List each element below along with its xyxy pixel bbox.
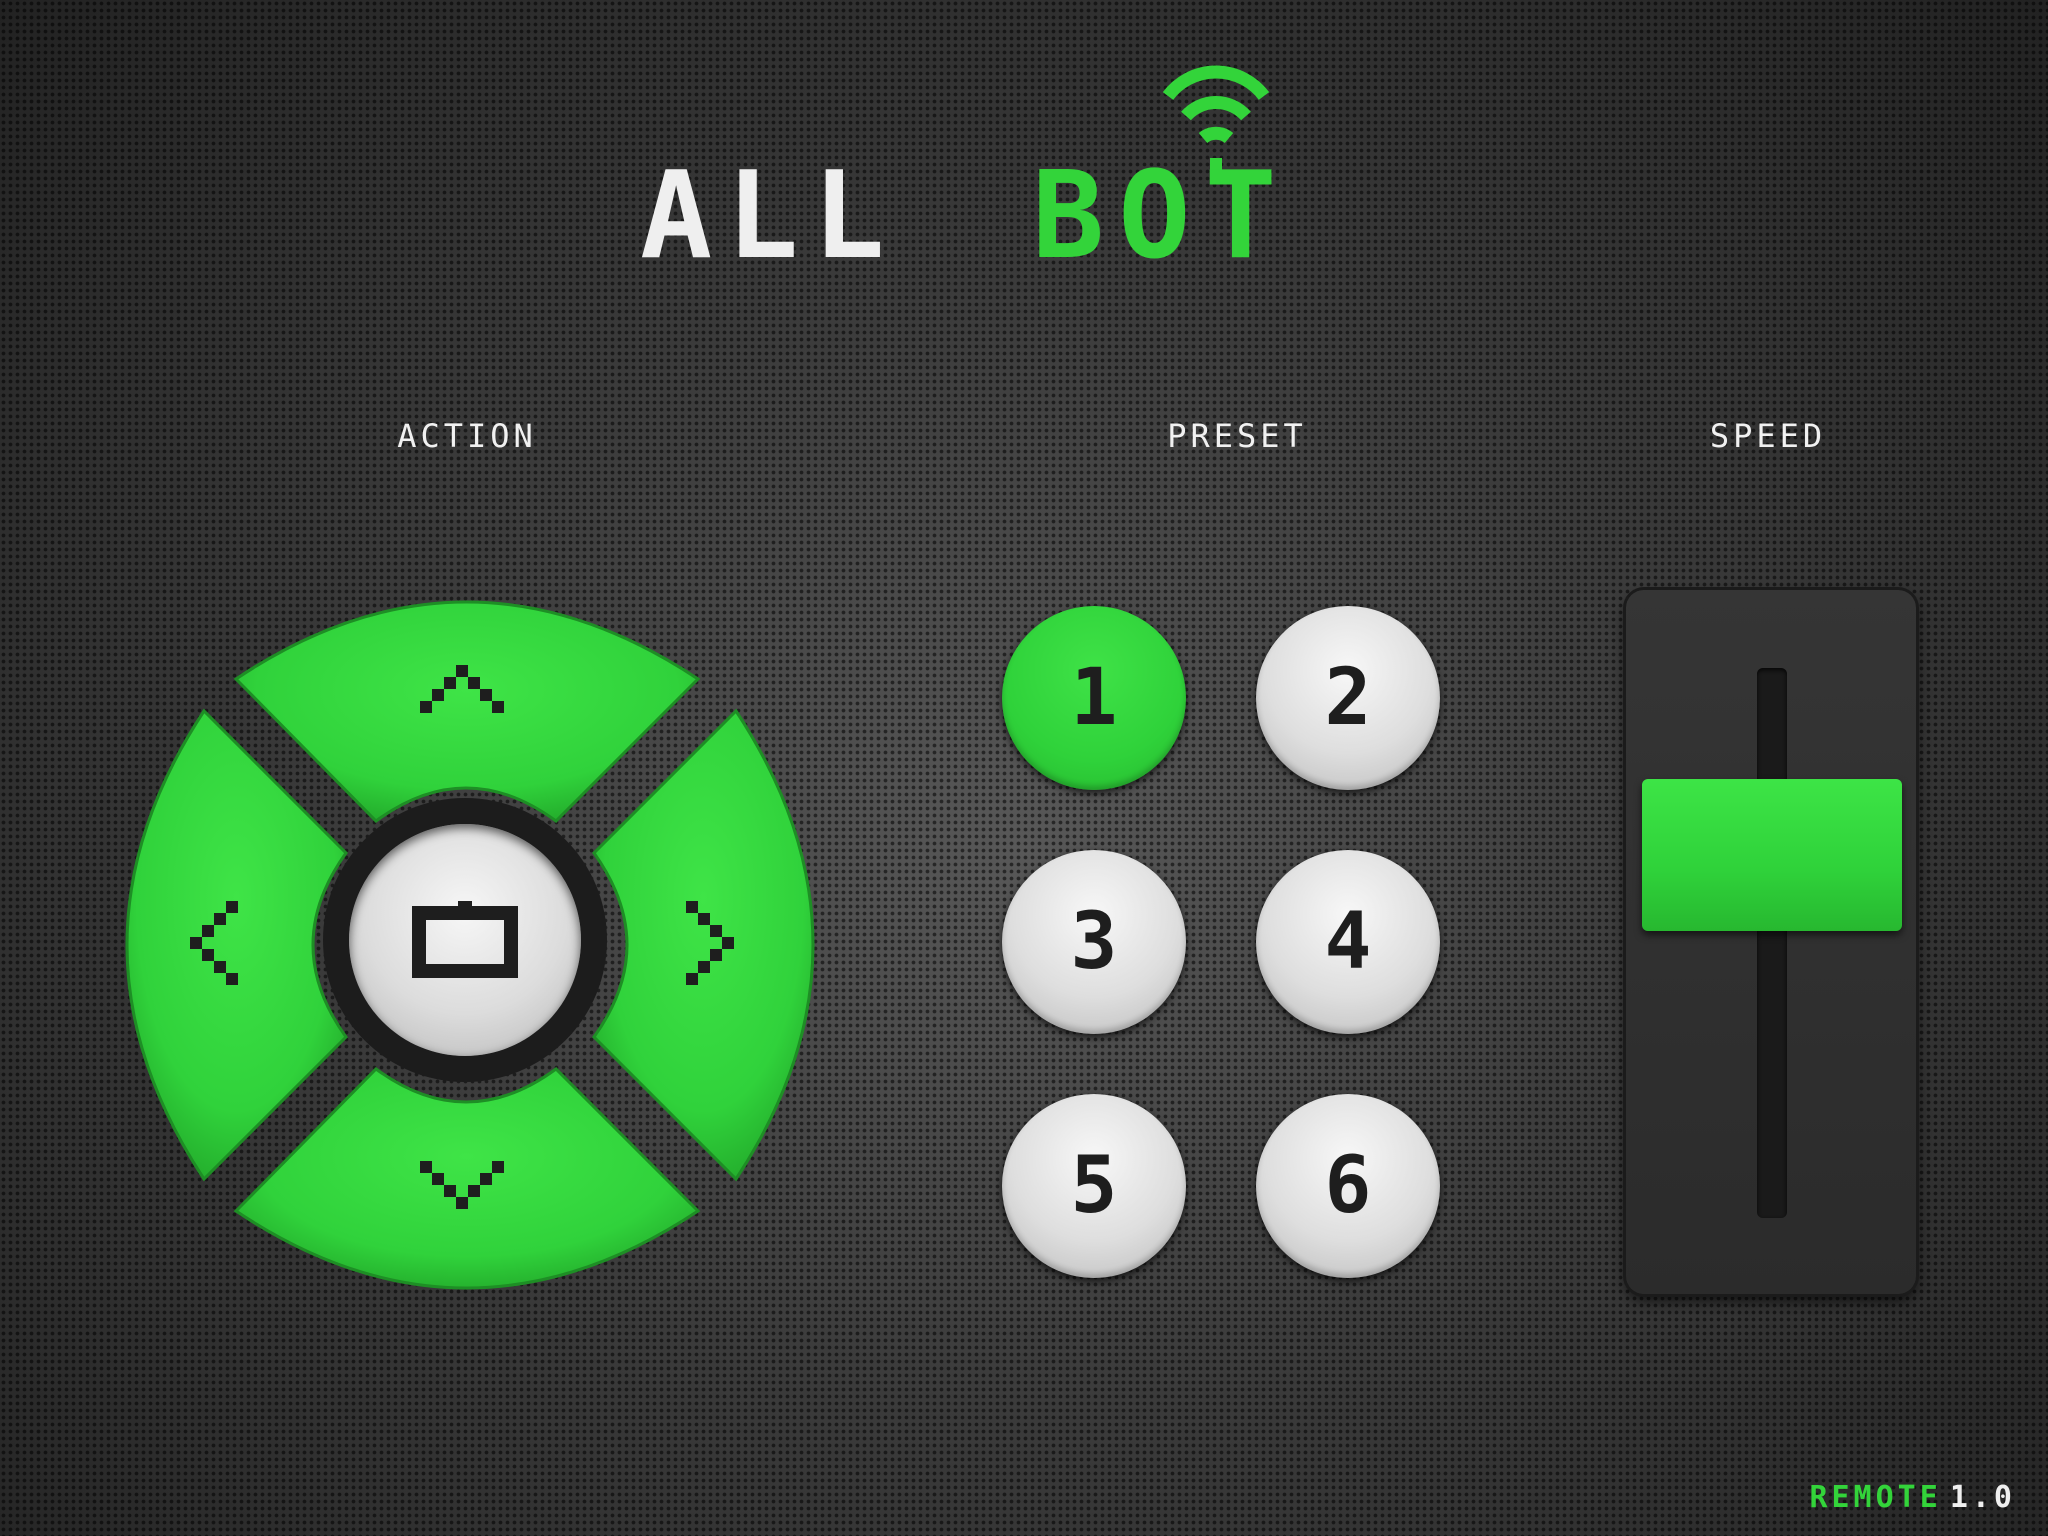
footer-remote-text: REMOTE [1809, 1480, 1942, 1515]
preset-button-4[interactable]: 4 [1256, 850, 1440, 1034]
logo-text-bot: BOT [1032, 147, 1291, 286]
speed-slider-thumb[interactable] [1642, 779, 1902, 932]
preset-button-1[interactable]: 1 [1002, 606, 1186, 790]
stop-square-icon [412, 901, 518, 978]
allbot-logo: ALL BOT [0, 0, 2048, 280]
preset-button-5[interactable]: 5 [1002, 1094, 1186, 1278]
footer-version-label: REMOTE 1.0 [1809, 1478, 2016, 1518]
logo-text-all: ALL [640, 147, 899, 286]
dpad-center-button[interactable] [349, 824, 581, 1056]
speed-slider-track[interactable] [1757, 668, 1787, 1218]
preset-button-3[interactable]: 3 [1002, 850, 1186, 1034]
wifi-icon [1162, 65, 1270, 176]
preset-label: PRESET [1167, 417, 1307, 455]
footer-version-number: 1.0 [1949, 1480, 2016, 1515]
preset-button-2[interactable]: 2 [1256, 606, 1440, 790]
preset-button-6[interactable]: 6 [1256, 1094, 1440, 1278]
action-label: ACTION [397, 417, 537, 455]
dpad-down-button[interactable] [233, 1067, 701, 1290]
dpad-left-button[interactable] [125, 708, 348, 1182]
speed-label: SPEED [1709, 417, 1827, 455]
dpad-right-button[interactable] [592, 708, 815, 1182]
dpad-up-button[interactable] [233, 600, 701, 823]
speed-slider-panel [1626, 590, 1916, 1294]
